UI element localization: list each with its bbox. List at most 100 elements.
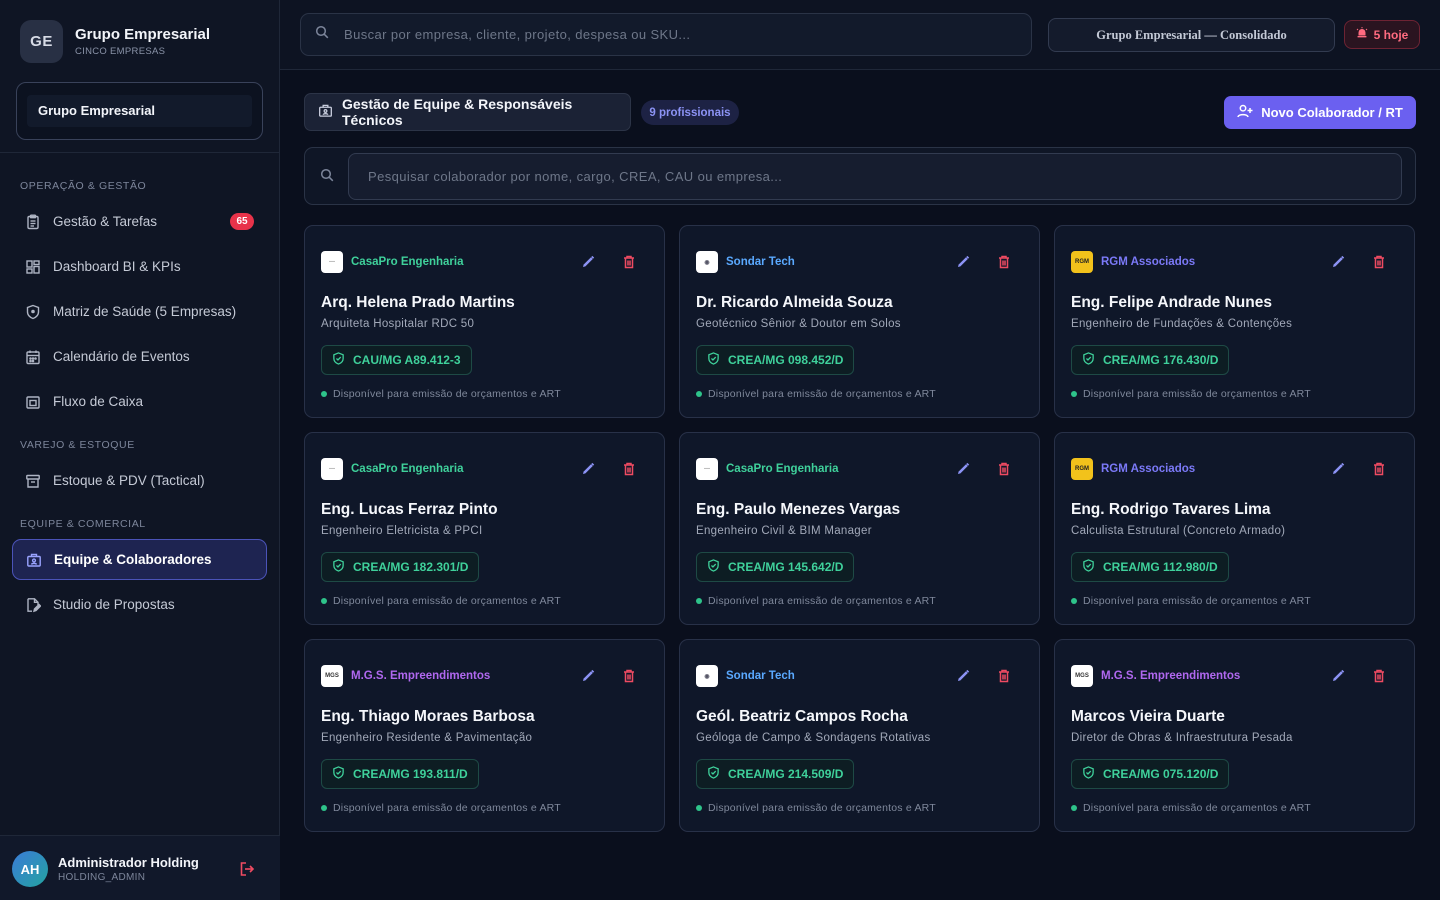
trash-icon[interactable] — [621, 668, 637, 684]
sidebar-item-fluxo-caixa[interactable]: Fluxo de Caixa — [12, 381, 267, 422]
search-icon — [315, 25, 329, 44]
staff-card[interactable]: MGS M.G.S. Empreendimentos Eng. Thiago M… — [304, 639, 665, 832]
global-search[interactable] — [300, 13, 1032, 56]
staff-card[interactable]: RGM RGM Associados Eng. Felipe Andrade N… — [1054, 225, 1415, 418]
sidebar-item-calendario[interactable]: Calendário de Eventos — [12, 336, 267, 377]
sidebar-item-gestao-tarefas[interactable]: Gestão & Tarefas 65 — [12, 201, 267, 242]
status-dot — [321, 805, 327, 811]
user-name: Administrador Holding — [58, 855, 199, 870]
sidebar-item-label: Matriz de Saúde (5 Empresas) — [53, 304, 237, 319]
registry-badge: CREA/MG 075.120/D — [1071, 759, 1230, 789]
collaborator-role: Engenheiro Residente & Pavimentação — [321, 732, 533, 744]
alerts-label: 5 hoje — [1373, 27, 1409, 42]
sidebar-item-estoque[interactable]: Estoque & PDV (Tactical) — [12, 460, 267, 501]
collaborator-name: Eng. Paulo Menezes Vargas — [696, 501, 901, 518]
status-dot — [696, 598, 702, 604]
nav-section-operacao: OPERAÇÃO & GESTÃO — [20, 180, 147, 192]
collaborator-name: Eng. Thiago Moraes Barbosa — [321, 708, 535, 725]
topbar: Grupo Empresarial — Consolidado 5 hoje — [280, 0, 1440, 70]
staff-card[interactable]: MGS M.G.S. Empreendimentos Marcos Vieira… — [1054, 639, 1415, 832]
company-logo: — — [321, 251, 343, 273]
new-collaborator-label: Novo Colaborador / RT — [1261, 105, 1403, 120]
edit-icon[interactable] — [1330, 254, 1346, 270]
availability-text: Disponível para emissão de orçamentos e … — [333, 388, 561, 400]
global-search-input[interactable] — [344, 27, 1031, 42]
sidebar: GE Grupo Empresarial CINCO EMPRESAS Grup… — [0, 0, 280, 900]
tasks-count-badge: 65 — [230, 213, 254, 230]
edit-icon[interactable] — [1330, 461, 1346, 477]
trash-icon[interactable] — [996, 668, 1012, 684]
company-logo: ◉ — [696, 251, 718, 273]
edit-icon[interactable] — [580, 668, 596, 684]
collaborator-role: Geóloga de Campo & Sondagens Rotativas — [696, 732, 931, 744]
user-plus-icon — [1237, 104, 1253, 121]
trash-icon[interactable] — [996, 254, 1012, 270]
availability-text: Disponível para emissão de orçamentos e … — [1083, 802, 1311, 814]
shield-check-icon — [707, 766, 720, 782]
availability-status: Disponível para emissão de orçamentos e … — [321, 595, 561, 607]
registry-number: CREA/MG 214.509/D — [728, 767, 844, 781]
collaborator-name: Arq. Helena Prado Martins — [321, 294, 515, 311]
company-name: Sondar Tech — [726, 670, 795, 682]
status-dot — [1071, 598, 1077, 604]
staff-card[interactable]: ◉ Sondar Tech Dr. Ricardo Almeida Souza … — [679, 225, 1040, 418]
sidebar-item-equipe[interactable]: Equipe & Colaboradores — [12, 539, 267, 580]
staff-card[interactable]: — CasaPro Engenharia Eng. Lucas Ferraz P… — [304, 432, 665, 625]
consolidated-view-button[interactable]: Grupo Empresarial — Consolidado — [1048, 18, 1335, 52]
search-icon — [320, 168, 334, 187]
status-dot — [1071, 805, 1077, 811]
edit-icon[interactable] — [580, 254, 596, 270]
new-collaborator-button[interactable]: Novo Colaborador / RT — [1224, 96, 1416, 129]
registry-badge: CREA/MG 112.980/D — [1071, 552, 1229, 582]
availability-status: Disponível para emissão de orçamentos e … — [321, 388, 561, 400]
trash-icon[interactable] — [1371, 668, 1387, 684]
staff-search-input[interactable] — [348, 153, 1402, 200]
company-selector[interactable]: Grupo Empresarial — [16, 82, 263, 140]
staff-card[interactable]: ◉ Sondar Tech Geól. Beatriz Campos Rocha… — [679, 639, 1040, 832]
company-logo: — — [696, 458, 718, 480]
sidebar-item-matriz-saude[interactable]: Matriz de Saúde (5 Empresas) — [12, 291, 267, 332]
edit-icon[interactable] — [955, 668, 971, 684]
company-logo: — — [321, 458, 343, 480]
sidebar-item-studio-propostas[interactable]: Studio de Propostas — [12, 584, 267, 625]
nav-section-varejo: VAREJO & ESTOQUE — [20, 439, 135, 451]
availability-text: Disponível para emissão de orçamentos e … — [708, 595, 936, 607]
company-name: RGM Associados — [1101, 463, 1196, 475]
shield-icon — [25, 304, 41, 320]
shield-check-icon — [332, 352, 345, 368]
trash-icon[interactable] — [1371, 254, 1387, 270]
avatar[interactable]: AH — [12, 851, 48, 887]
sidebar-divider — [0, 152, 280, 153]
availability-text: Disponível para emissão de orçamentos e … — [708, 802, 936, 814]
trash-icon[interactable] — [996, 461, 1012, 477]
edit-icon[interactable] — [1330, 668, 1346, 684]
wallet-icon — [25, 394, 41, 410]
trash-icon[interactable] — [621, 254, 637, 270]
availability-status: Disponível para emissão de orçamentos e … — [696, 802, 936, 814]
staff-card[interactable]: — CasaPro Engenharia Eng. Paulo Menezes … — [679, 432, 1040, 625]
nav-section-equipe: EQUIPE & COMERCIAL — [20, 518, 146, 530]
alarm-icon — [1356, 27, 1368, 42]
status-dot — [1071, 391, 1077, 397]
registry-number: CREA/MG 098.452/D — [728, 353, 844, 367]
shield-check-icon — [332, 559, 345, 575]
registry-badge: CREA/MG 098.452/D — [696, 345, 855, 375]
edit-icon[interactable] — [955, 254, 971, 270]
status-dot — [696, 805, 702, 811]
collaborator-name: Marcos Vieira Duarte — [1071, 708, 1225, 725]
availability-text: Disponível para emissão de orçamentos e … — [1083, 595, 1311, 607]
archive-icon — [25, 473, 41, 489]
shield-check-icon — [1082, 352, 1095, 368]
availability-text: Disponível para emissão de orçamentos e … — [1083, 388, 1311, 400]
sidebar-item-dashboard[interactable]: Dashboard BI & KPIs — [12, 246, 267, 287]
brand-title: Grupo Empresarial — [75, 26, 211, 43]
edit-icon[interactable] — [580, 461, 596, 477]
trash-icon[interactable] — [1371, 461, 1387, 477]
logout-icon[interactable] — [238, 860, 256, 878]
edit-icon[interactable] — [955, 461, 971, 477]
staff-card[interactable]: RGM RGM Associados Eng. Rodrigo Tavares … — [1054, 432, 1415, 625]
availability-status: Disponível para emissão de orçamentos e … — [1071, 595, 1311, 607]
alerts-button[interactable]: 5 hoje — [1344, 20, 1420, 49]
staff-card[interactable]: — CasaPro Engenharia Arq. Helena Prado M… — [304, 225, 665, 418]
trash-icon[interactable] — [621, 461, 637, 477]
